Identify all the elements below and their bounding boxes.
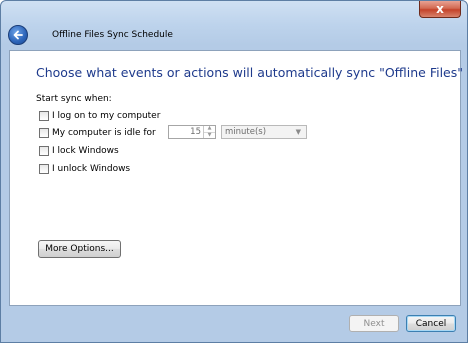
cancel-button[interactable]: Cancel [406, 315, 456, 332]
back-arrow-icon [13, 30, 23, 40]
idle-unit-value: minute(s) [225, 127, 267, 137]
close-icon: x [436, 2, 444, 16]
content-panel: Choose what events or actions will autom… [9, 50, 464, 306]
idle-label: My computer is idle for [52, 128, 156, 138]
chevron-down-icon: ▼ [295, 128, 301, 136]
more-options-button[interactable]: More Options... [38, 240, 121, 258]
idle-minutes-stepper[interactable]: 15 ▲ ▼ [168, 125, 216, 139]
close-button[interactable]: x [419, 1, 461, 18]
option-idle[interactable]: My computer is idle for [39, 126, 156, 140]
idle-minutes-value: 15 [190, 127, 201, 137]
stepper-down-icon[interactable]: ▼ [204, 132, 215, 139]
logon-label: I log on to my computer [52, 111, 161, 121]
option-lock[interactable]: I lock Windows [39, 144, 119, 158]
idle-checkbox[interactable] [39, 128, 49, 138]
option-unlock[interactable]: I unlock Windows [39, 162, 130, 176]
unlock-checkbox[interactable] [39, 164, 49, 174]
start-sync-label: Start sync when: [36, 94, 112, 104]
window-title: Offline Files Sync Schedule [52, 30, 173, 40]
back-button[interactable] [8, 25, 28, 45]
unlock-label: I unlock Windows [52, 164, 131, 174]
option-logon[interactable]: I log on to my computer [39, 109, 160, 123]
lock-checkbox[interactable] [39, 146, 49, 156]
lock-label: I lock Windows [52, 146, 119, 156]
logon-checkbox[interactable] [39, 111, 49, 121]
dialog-window: x Offline Files Sync Schedule Choose wha… [0, 0, 468, 343]
idle-unit-select[interactable]: minute(s) ▼ [221, 125, 307, 139]
next-button[interactable]: Next [349, 315, 399, 332]
page-heading: Choose what events or actions will autom… [36, 65, 464, 80]
stepper-buttons: ▲ ▼ [203, 126, 215, 138]
